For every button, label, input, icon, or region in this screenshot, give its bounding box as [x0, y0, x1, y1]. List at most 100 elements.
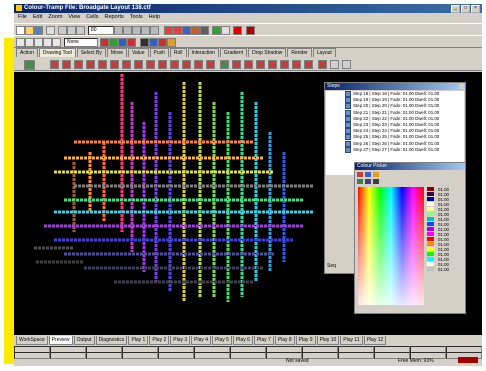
- menu-tools[interactable]: Tools: [130, 14, 143, 22]
- tool-19-icon[interactable]: [268, 60, 277, 69]
- zoom-combo[interactable]: 80: [88, 26, 114, 35]
- palette-swatch[interactable]: [427, 187, 434, 191]
- palette-swatch[interactable]: [427, 232, 434, 236]
- menu-cells[interactable]: Cells: [86, 14, 98, 22]
- maximize-button[interactable]: □: [461, 5, 470, 13]
- palette-swatch[interactable]: [427, 252, 434, 256]
- grid-cross-icon[interactable]: [52, 38, 61, 47]
- open-folder-icon[interactable]: [25, 26, 34, 35]
- tool-22-icon[interactable]: [304, 60, 313, 69]
- tool-23-icon[interactable]: [318, 60, 327, 69]
- tab-play-1[interactable]: Play 1: [128, 336, 149, 345]
- palette-swatch[interactable]: [427, 257, 434, 261]
- tab-workspace[interactable]: WorkSpace: [16, 336, 48, 345]
- zoom-fit-icon[interactable]: [132, 26, 141, 35]
- picker-tool-icon[interactable]: [357, 179, 363, 184]
- tab-play-3[interactable]: Play 3: [170, 336, 191, 345]
- tab-gradient[interactable]: Gradient: [219, 48, 248, 57]
- stop-icon[interactable]: [233, 26, 242, 35]
- tab-move[interactable]: Move: [106, 48, 128, 57]
- layout-icon[interactable]: [173, 26, 182, 35]
- tab-play-6[interactable]: Play 6: [232, 336, 253, 345]
- palette-swatch[interactable]: [427, 192, 434, 196]
- tool-4-icon[interactable]: [86, 60, 95, 69]
- menu-reports[interactable]: Reports: [104, 14, 123, 22]
- tool-13-icon[interactable]: [194, 60, 203, 69]
- picker-tool-icon[interactable]: [373, 172, 379, 177]
- tab-output[interactable]: Output: [73, 336, 95, 345]
- tab-select-by[interactable]: Select By: [76, 48, 106, 57]
- pause-icon[interactable]: [221, 26, 230, 35]
- tab-preview[interactable]: Preview: [48, 336, 73, 345]
- tab-roll[interactable]: Roll: [169, 48, 187, 57]
- tab-play-10[interactable]: Play 10: [316, 336, 340, 345]
- menu-help[interactable]: Help: [149, 14, 160, 22]
- tool-9-icon[interactable]: [146, 60, 155, 69]
- tool-18-icon[interactable]: [256, 60, 265, 69]
- picker-tool-icon[interactable]: [357, 172, 363, 177]
- picker-tool-icon[interactable]: [365, 179, 371, 184]
- grid-icon[interactable]: [164, 26, 173, 35]
- tool-3-icon[interactable]: [74, 60, 83, 69]
- tool-20-icon[interactable]: [280, 60, 289, 69]
- tab-play-8[interactable]: Play 8: [274, 336, 295, 345]
- new-file-icon[interactable]: [16, 26, 25, 35]
- tool-15-icon[interactable]: [220, 60, 229, 69]
- grid-small-icon[interactable]: [25, 38, 34, 47]
- menu-edit[interactable]: Edit: [33, 14, 42, 22]
- record-stop-icon[interactable]: [246, 26, 255, 35]
- palette-swatch[interactable]: [427, 197, 434, 201]
- list-item[interactable]: Step 27 | Step 27 | Fade: 01.00 Dwell: 0…: [344, 146, 464, 153]
- picker-tool-icon[interactable]: [373, 179, 379, 184]
- green-fill-icon[interactable]: [109, 38, 118, 47]
- tool-25-icon[interactable]: [342, 60, 351, 69]
- tab-interaction[interactable]: Interaction: [187, 48, 219, 57]
- blue-grid-icon[interactable]: [149, 38, 158, 47]
- tab-diagnostics[interactable]: Diagnostics: [95, 336, 128, 345]
- colour-picker-dialog[interactable]: Colour Picker 01.00 01.00 01.00 01.00 01…: [354, 162, 466, 314]
- tool-11-icon[interactable]: [170, 60, 179, 69]
- colour-spectrum[interactable]: [358, 187, 424, 305]
- tool-10-icon[interactable]: [158, 60, 167, 69]
- black-grid-icon[interactable]: [140, 38, 149, 47]
- palette-swatch[interactable]: [427, 207, 434, 211]
- tab-drawing-tool[interactable]: Drawing Tool: [38, 48, 76, 57]
- palette-swatch[interactable]: [427, 212, 434, 216]
- tab-drop-shadow[interactable]: Drop Shadow: [248, 48, 287, 57]
- cut-icon[interactable]: [58, 26, 67, 35]
- tab-play-11[interactable]: Play 11: [340, 336, 363, 345]
- red-fill-icon[interactable]: [100, 38, 109, 47]
- tool-12-icon[interactable]: [182, 60, 191, 69]
- palette-swatch[interactable]: [427, 267, 434, 271]
- picker-tool-icon[interactable]: [365, 172, 371, 177]
- palette-swatch[interactable]: [427, 217, 434, 221]
- zoom-all-icon[interactable]: [150, 26, 159, 35]
- grid-large-icon[interactable]: [43, 38, 52, 47]
- tool-24-icon[interactable]: [330, 60, 339, 69]
- palette-swatch[interactable]: [427, 237, 434, 241]
- palette-swatch[interactable]: [427, 262, 434, 266]
- tab-play-12[interactable]: Play 12: [363, 336, 387, 345]
- zoom-select-icon[interactable]: [141, 26, 150, 35]
- pointer-tool-icon[interactable]: [24, 60, 35, 70]
- select-icon[interactable]: [16, 38, 25, 47]
- tab-layout[interactable]: Layout: [312, 48, 336, 57]
- blue-fill-icon[interactable]: [118, 38, 127, 47]
- mode-combo[interactable]: None: [64, 38, 98, 47]
- minimize-button[interactable]: _: [451, 5, 460, 13]
- highlight-icon[interactable]: [167, 38, 176, 47]
- print-icon[interactable]: [46, 26, 55, 35]
- tab-play-4[interactable]: Play 4: [191, 336, 212, 345]
- tool-5-icon[interactable]: [98, 60, 107, 69]
- tab-action[interactable]: Action: [16, 48, 38, 57]
- tool-14-icon[interactable]: [206, 60, 215, 69]
- tool-8-icon[interactable]: [134, 60, 143, 69]
- cancel-icon[interactable]: [158, 38, 167, 47]
- tool-7-icon[interactable]: [122, 60, 131, 69]
- tool-17-icon[interactable]: [244, 60, 253, 69]
- output-icon[interactable]: [200, 26, 209, 35]
- tool-21-icon[interactable]: [292, 60, 301, 69]
- palette-swatch[interactable]: [427, 247, 434, 251]
- refresh-icon[interactable]: [212, 26, 221, 35]
- workspace-canvas[interactable]: Steps Step 18 | Step 18 | Fade: 01.00 Dw…: [14, 72, 482, 335]
